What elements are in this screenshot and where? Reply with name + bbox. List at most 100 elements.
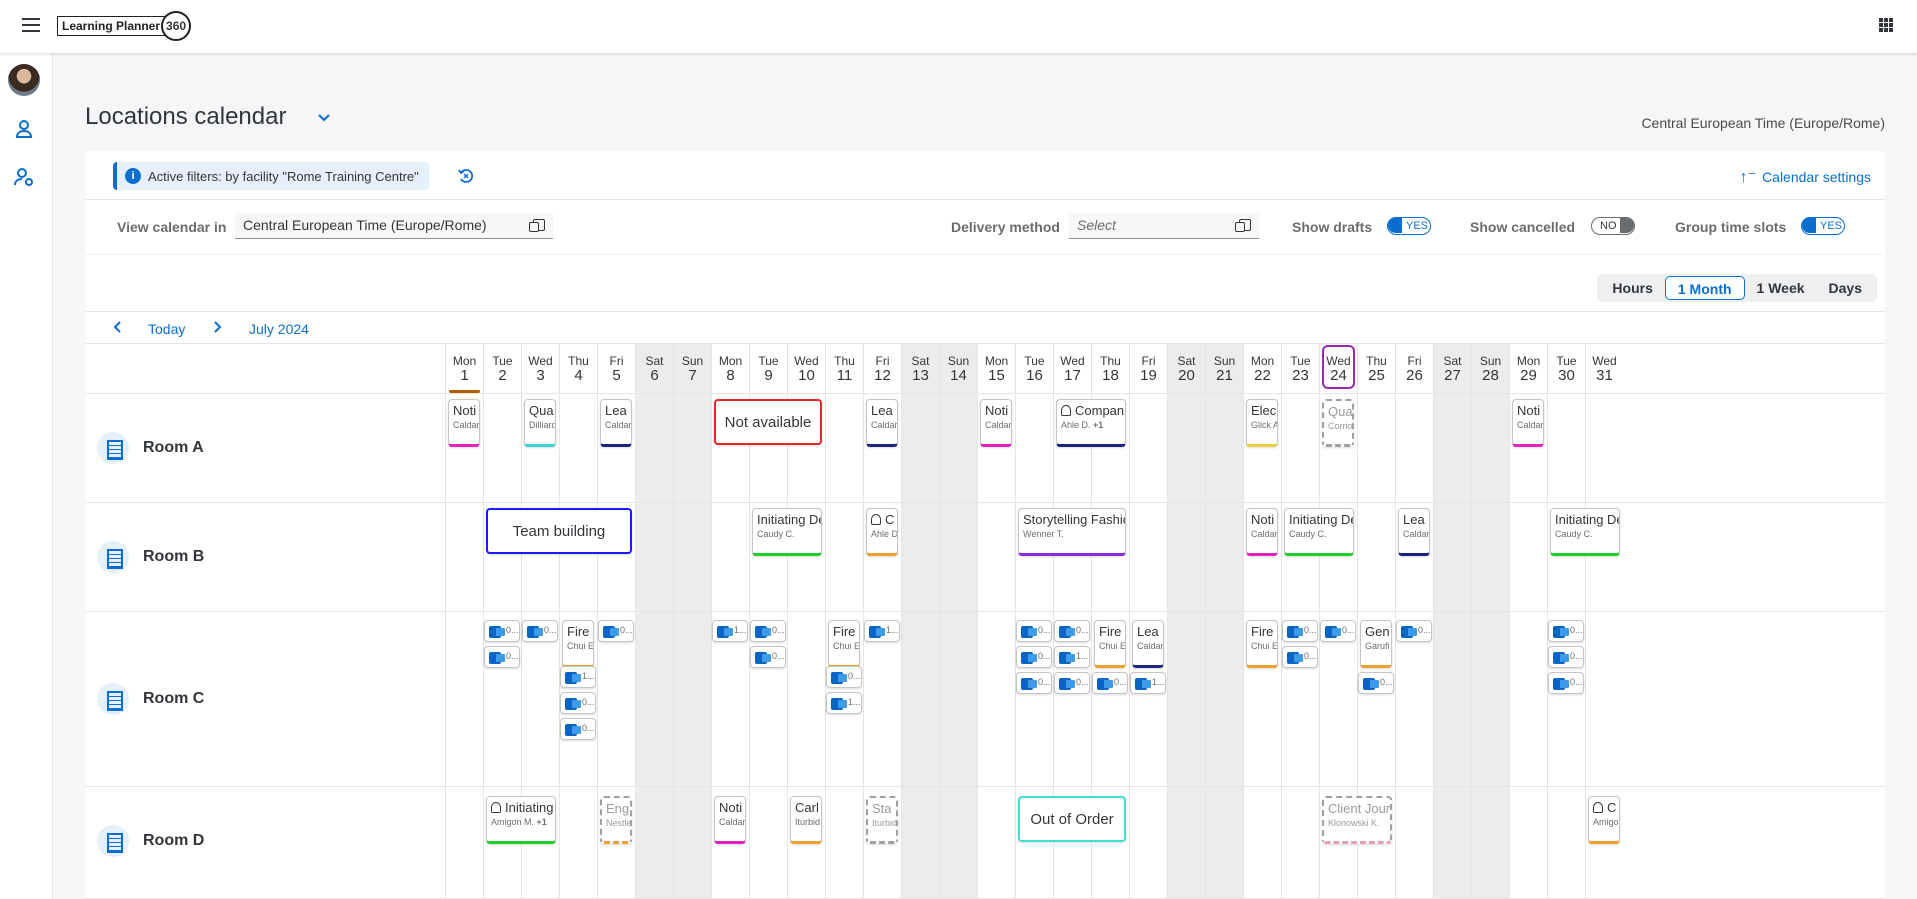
outlook-slot[interactable]: 0... [1092,672,1128,694]
event-instructor: Caldar [605,420,632,430]
outlook-slot[interactable]: 1... [864,620,900,642]
day-number: 9 [764,367,773,384]
calendar-event[interactable]: Lea Caldar [1398,508,1430,556]
weekday: Wed [1592,354,1617,368]
chevron-left-icon[interactable] [112,321,124,333]
event-instructor: Caldar [1403,529,1430,539]
group-time-slots-toggle[interactable]: YES [1801,217,1845,235]
outlook-slot[interactable]: 0... [750,620,786,642]
calendar-settings-button[interactable]: ↑⁻ Calendar settings [1740,167,1871,187]
outlook-slot[interactable]: 1... [1130,672,1166,694]
event-instructor: Caudy C. [1289,529,1327,539]
calendar-event[interactable]: Noti Caldar [448,399,480,447]
outlook-slot[interactable]: 1... [560,666,596,688]
day-header: Wed 17 [1054,344,1091,394]
outlook-slot[interactable]: 1... [712,620,748,642]
show-cancelled-toggle[interactable]: NO [1591,217,1635,235]
reset-filter-icon[interactable] [457,167,475,185]
day-number: 4 [574,367,583,384]
value-help-icon[interactable] [529,219,545,232]
calendar-event[interactable]: Storytelling Fashion Wenner T. [1018,508,1126,556]
outlook-slot[interactable]: 0... [750,646,786,668]
calendar-event[interactable]: Fire Chui E [828,620,860,668]
calendar-event[interactable]: Lea Caldar [866,399,898,447]
today-button[interactable]: Today [148,321,185,337]
person-settings-icon[interactable] [14,167,34,187]
calendar-event[interactable]: Initiating De Caudy C. [1550,508,1620,556]
calendar-event[interactable]: Carl Iturbid [790,796,822,844]
calendar-event[interactable]: Qua Dilliard [524,399,556,447]
outlook-slot[interactable]: 0... [1396,620,1432,642]
calendar-event[interactable]: Gen Garufi [1360,620,1392,668]
person-icon[interactable] [14,119,34,139]
chevron-down-icon[interactable] [317,112,331,124]
view-1-month[interactable]: 1 Month [1664,276,1745,300]
outlook-slot[interactable]: 0... [484,620,520,642]
outlook-slot[interactable]: 0... [560,718,596,740]
calendar-event[interactable]: Fire Chui E [1246,620,1278,668]
day-column: Sat 20 [1167,344,1205,899]
calendar-event[interactable]: Initiating De Caudy C. [1284,508,1354,556]
calendar-event[interactable]: C Amigo [1588,796,1620,844]
outlook-slot[interactable]: 0... [1320,620,1356,642]
outlook-slot[interactable]: 0... [598,620,634,642]
event-title: Client Jour [1328,801,1391,816]
outlook-slot[interactable]: 0... [1054,620,1090,642]
weekday: Fri [609,354,624,368]
delivery-method-select[interactable]: Select [1069,213,1259,239]
timezone-select[interactable]: Central European Time (Europe/Rome) [235,213,553,239]
outlook-slot[interactable]: 0... [484,646,520,668]
app-logo[interactable]: Learning Planner 360 [57,11,192,41]
outlook-slot[interactable]: 0... [560,692,596,714]
day-header: Thu 25 [1358,344,1395,394]
calendar-event[interactable]: Noti Caldar [980,399,1012,447]
outlook-slot[interactable]: 0... [1548,672,1584,694]
calendar-event[interactable]: Fire Chui E [562,620,594,668]
app-grid-icon[interactable] [1879,18,1893,32]
outlook-slot[interactable]: 0... [1016,672,1052,694]
chevron-right-icon[interactable] [211,321,223,333]
calendar-event[interactable]: Noti Caldar [1512,399,1544,447]
outlook-slot[interactable]: 0... [1016,620,1052,642]
outlook-slot[interactable]: 0... [1054,672,1090,694]
calendar-event[interactable]: Sta Iturbid [866,796,898,844]
view-hours[interactable]: Hours [1600,276,1664,300]
outlook-slot[interactable]: 0... [826,666,862,688]
outlook-slot[interactable]: 0... [1282,620,1318,642]
calendar-event[interactable]: Noti Caldar [1246,508,1278,556]
outlook-slot[interactable]: 0... [1358,672,1394,694]
calendar-event[interactable]: C Ahle D [866,508,898,556]
value-help-icon[interactable] [1235,219,1251,232]
calendar-event[interactable]: Lea Caldar [600,399,632,447]
calendar-event[interactable]: Noti Caldar [714,796,746,844]
calendar-event[interactable]: Elec Glick A [1246,399,1278,447]
event-instructor: Chui E [1099,641,1126,651]
user-avatar[interactable] [8,64,40,96]
row-divider [85,502,1885,503]
calendar-event[interactable]: Out of Order [1018,796,1126,842]
calendar-event[interactable]: Initiating De Caudy C. [752,508,822,556]
calendar-event[interactable]: Client Jour Klonowski K. [1322,796,1392,844]
event-title: Initiating De [1289,512,1354,527]
calendar-event[interactable]: Compan Ahle D. +1 [1056,399,1126,447]
outlook-slot[interactable]: 0... [522,620,558,642]
calendar-event[interactable]: Team building [486,508,632,554]
calendar-event[interactable]: Initiating Amigon M. +1 [486,796,556,844]
calendar-event[interactable]: Not available [714,399,822,445]
outlook-slot[interactable]: 0... [1282,646,1318,668]
outlook-slot[interactable]: 0... [1016,646,1052,668]
current-month-label[interactable]: July 2024 [249,321,309,337]
outlook-slot[interactable]: 0... [1548,646,1584,668]
view-days[interactable]: Days [1817,276,1874,300]
view-1-week[interactable]: 1 Week [1745,276,1817,300]
calendar-event[interactable]: Qua Corrio [1322,399,1354,447]
outlook-slot[interactable]: 1... [1054,646,1090,668]
outlook-slot[interactable]: 1... [826,692,862,714]
calendar-event[interactable]: Eng Nestle [600,796,632,844]
outlook-slot[interactable]: 0... [1548,620,1584,642]
slot-label: 0... [582,697,595,707]
calendar-event[interactable]: Fire Chui E [1094,620,1126,668]
show-drafts-toggle[interactable]: YES [1387,217,1431,235]
calendar-event[interactable]: Lea Caldar [1132,620,1164,668]
menu-icon[interactable] [22,18,40,32]
